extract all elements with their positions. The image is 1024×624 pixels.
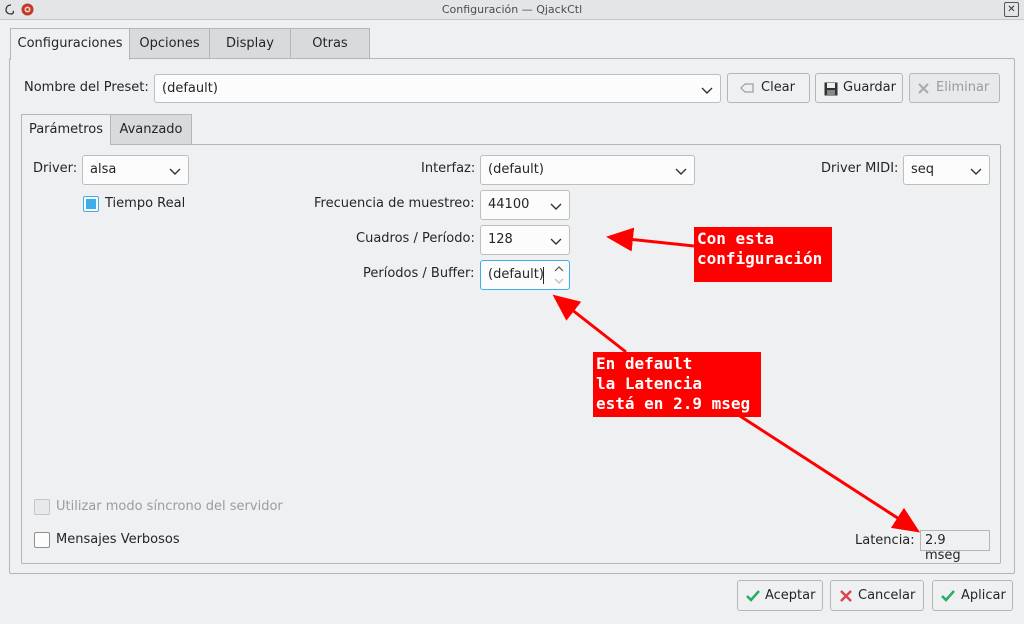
apply-label: Aplicar [961,588,1006,603]
arrow-to-latency [739,414,921,533]
arrow-to-periods [552,294,627,354]
apply-icon [941,590,955,602]
arrow-to-frames [606,227,695,252]
annotation-arrows [552,227,921,533]
latency-annotation: En default la Latencia está en 2.9 mseg [593,352,761,417]
accept-icon [746,590,760,602]
config-annotation: Con esta configuración [694,227,832,282]
cancel-label: Cancelar [858,588,916,603]
apply-button[interactable]: Aplicar [932,580,1013,611]
accept-button[interactable]: Aceptar [737,580,823,611]
cancel-button[interactable]: Cancelar [830,580,924,611]
config-window: Configuración — QjackCtl ✕ Configuracion… [0,0,1024,624]
tab-parametros[interactable]: Parámetros [21,114,111,145]
cancel-icon [840,590,852,602]
accept-label: Aceptar [765,588,816,603]
tab-configuraciones[interactable]: Configuraciones [10,28,130,60]
